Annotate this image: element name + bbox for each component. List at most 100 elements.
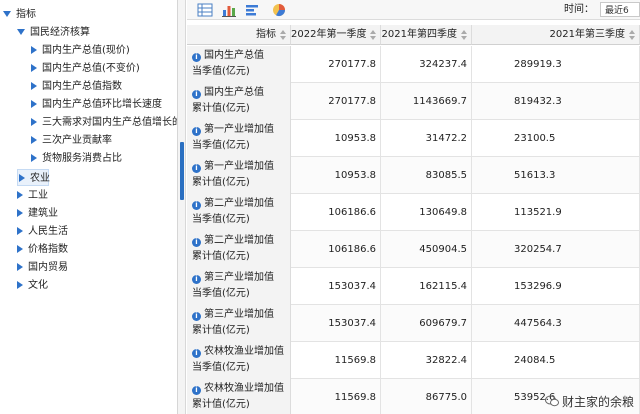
view-toolbar: 时间： <box>187 0 640 20</box>
table-row[interactable]: i 国内生产总值 累计值(亿元) 270177.8 1143669.7 819432.3 <box>187 83 640 120</box>
caret-right-icon[interactable] <box>17 245 23 253</box>
indicator-unit: 当季值(亿元) <box>192 362 250 373</box>
value-cell: 83085.5 <box>381 157 472 194</box>
info-icon[interactable]: i <box>192 127 201 136</box>
column-header-2[interactable]: 2021年第四季度 <box>381 25 472 45</box>
tree-node-category-6[interactable]: 文化 <box>17 277 48 294</box>
column-header-0[interactable]: 指标 <box>187 25 291 45</box>
value-cell: 153037.4 <box>291 305 381 342</box>
info-icon[interactable]: i <box>192 201 201 210</box>
table-row[interactable]: i 第一产业增加值 当季值(亿元) 10953.8 31472.2 23100.5 <box>187 120 640 157</box>
caret-right-icon[interactable] <box>31 136 37 144</box>
sort-icon[interactable] <box>461 30 467 40</box>
tree-node-category-2[interactable]: 建筑业 <box>17 205 58 222</box>
column-header-1[interactable]: 2022年第一季度 <box>291 25 381 45</box>
info-icon[interactable]: i <box>192 312 201 321</box>
tree-node-label: 文化 <box>28 280 48 291</box>
value-cell: 10953.8 <box>291 120 381 157</box>
info-icon[interactable]: i <box>192 90 201 99</box>
tree-node-group[interactable]: 国民经济核算 <box>17 24 90 41</box>
column-header-3[interactable]: 2021年第三季度 <box>472 25 640 45</box>
indicator-name: 国内生产总值 <box>204 87 264 98</box>
caret-right-icon[interactable] <box>17 191 23 199</box>
tree-node-child-6[interactable]: 货物服务消费占比 <box>31 150 122 167</box>
value-cell: 162115.4 <box>381 268 472 305</box>
indicator-unit: 当季值(亿元) <box>192 214 250 225</box>
caret-right-icon[interactable] <box>31 100 37 108</box>
horizontal-bar-icon[interactable] <box>245 3 261 17</box>
indicator-unit: 累计值(亿元) <box>192 103 250 114</box>
table-row[interactable]: i 第二产业增加值 当季值(亿元) 106186.6 130649.8 113521.9 <box>187 194 640 231</box>
info-icon[interactable]: i <box>192 349 201 358</box>
info-icon[interactable]: i <box>192 53 201 62</box>
splitter-grip[interactable] <box>180 142 184 200</box>
indicator-name-line: i 第一产业增加值 <box>192 159 290 175</box>
value-cell: 11569.8 <box>291 342 381 379</box>
tree-node-label: 价格指数 <box>28 244 68 255</box>
indicator-unit: 累计值(亿元) <box>192 251 250 262</box>
bar-chart-icon[interactable] <box>221 3 237 17</box>
sort-icon[interactable] <box>629 30 635 40</box>
panel-splitter[interactable] <box>178 0 186 414</box>
tree-node-child-3[interactable]: 国内生产总值环比增长速度 <box>31 96 162 113</box>
tree-node-child-2[interactable]: 国内生产总值指数 <box>31 78 122 95</box>
table-row[interactable]: i 第三产业增加值 累计值(亿元) 153037.4 609679.7 447564.3 <box>187 305 640 342</box>
table-row[interactable]: i 第一产业增加值 累计值(亿元) 10953.8 83085.5 51613.3 <box>187 157 640 194</box>
tree-node-label: 农业 <box>30 173 50 184</box>
value-cell: 609679.7 <box>381 305 472 342</box>
caret-right-icon[interactable] <box>31 82 37 90</box>
caret-right-icon[interactable] <box>17 281 23 289</box>
table-row[interactable]: i 农林牧渔业增加值 当季值(亿元) 11569.8 32822.4 24084.5 <box>187 342 640 379</box>
value-cell: 289919.3 <box>472 46 640 83</box>
tree-node-child-1[interactable]: 国内生产总值(不变价) <box>31 60 140 77</box>
caret-right-icon[interactable] <box>31 64 37 72</box>
table-row[interactable]: i 国内生产总值 当季值(亿元) 270177.8 324237.4 289919.3 <box>187 46 640 83</box>
value-cell: 1143669.7 <box>381 83 472 120</box>
tree-node-root[interactable]: 指标 <box>3 6 36 23</box>
tree-node-child-4[interactable]: 三大需求对国内生产总值增长的贡 <box>31 114 177 131</box>
row-indicator-cell: i 农林牧渔业增加值当季值(亿元) <box>187 342 291 379</box>
value-cell: 106186.6 <box>291 194 381 231</box>
tree-node-label: 指标 <box>16 9 36 20</box>
indicator-name-line: i 国内生产总值 <box>192 85 290 101</box>
tree-node-category-3[interactable]: 人民生活 <box>17 223 68 240</box>
indicator-name: 第二产业增加值 <box>204 198 274 209</box>
table-row[interactable]: i 第二产业增加值 累计值(亿元) 106186.6 450904.5 320254.7 <box>187 231 640 268</box>
row-indicator-cell: i 国内生产总值累计值(亿元) <box>187 83 291 120</box>
indicator-name: 农林牧渔业增加值 <box>204 383 284 394</box>
info-icon[interactable]: i <box>192 238 201 247</box>
info-icon[interactable]: i <box>192 164 201 173</box>
table-row[interactable]: i 第三产业增加值 当季值(亿元) 153037.4 162115.4 153296.9 <box>187 268 640 305</box>
indicator-name-line: i 国内生产总值 <box>192 48 290 64</box>
caret-right-icon[interactable] <box>31 118 37 126</box>
indicator-unit: 当季值(亿元) <box>192 288 250 299</box>
value-cell: 106186.6 <box>291 231 381 268</box>
caret-down-icon[interactable] <box>3 11 11 17</box>
caret-right-icon[interactable] <box>17 263 23 271</box>
caret-right-icon[interactable] <box>31 154 37 162</box>
tree-node-child-5[interactable]: 三次产业贡献率 <box>31 132 112 149</box>
caret-down-icon[interactable] <box>17 29 25 35</box>
info-icon[interactable]: i <box>192 386 201 395</box>
indicator-name: 农林牧渔业增加值 <box>204 346 284 357</box>
tree-node-category-1[interactable]: 工业 <box>17 187 48 204</box>
sort-icon[interactable] <box>370 30 376 40</box>
caret-right-icon[interactable] <box>17 209 23 217</box>
info-icon[interactable]: i <box>192 275 201 284</box>
tree-node-category-4[interactable]: 价格指数 <box>17 241 68 258</box>
pie-chart-icon[interactable] <box>271 3 287 17</box>
indicator-unit: 累计值(亿元) <box>192 177 250 188</box>
value-cell: 51613.3 <box>472 157 640 194</box>
value-cell: 447564.3 <box>472 305 640 342</box>
tree-node-label: 货物服务消费占比 <box>42 153 122 164</box>
tree-node-label: 建筑业 <box>28 208 58 219</box>
tree-node-category-5[interactable]: 国内贸易 <box>17 259 68 276</box>
tree-node-category-0[interactable]: 农业 <box>17 169 50 186</box>
table-icon[interactable] <box>197 3 213 17</box>
sort-icon[interactable] <box>280 30 286 40</box>
caret-right-icon[interactable] <box>17 227 23 235</box>
caret-right-icon[interactable] <box>31 46 37 54</box>
caret-right-icon[interactable] <box>19 174 25 182</box>
time-range-input[interactable] <box>600 2 640 17</box>
tree-node-child-0[interactable]: 国内生产总值(现价) <box>31 42 130 59</box>
